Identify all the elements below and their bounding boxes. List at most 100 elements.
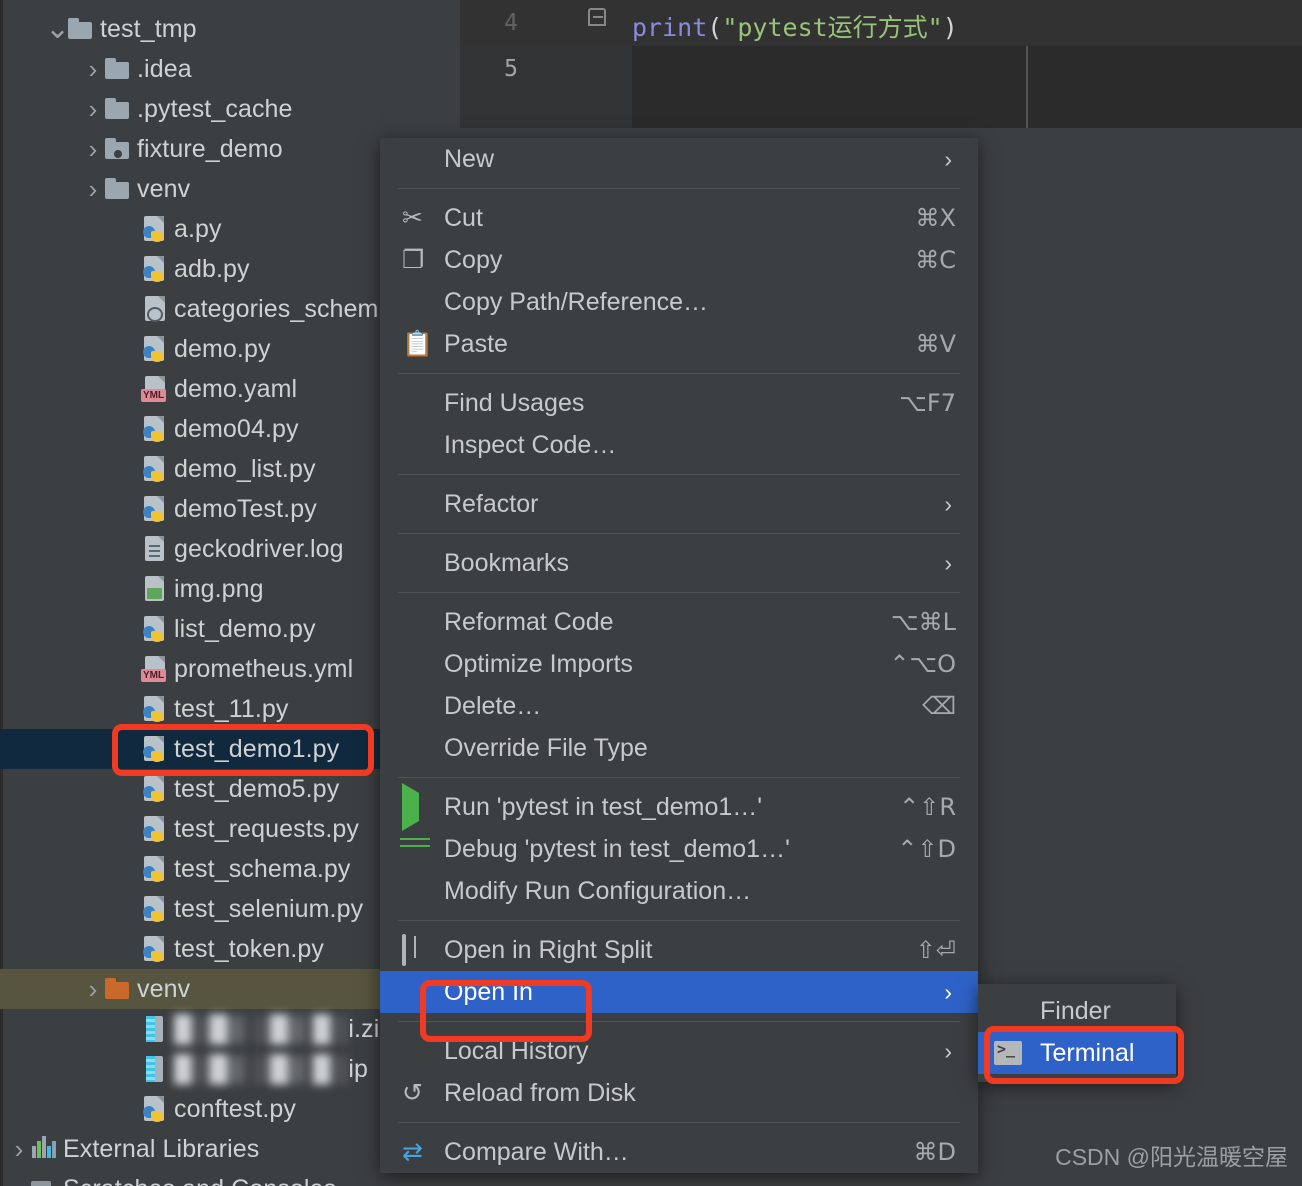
menu-item-label: Run 'pytest in test_demo1…' xyxy=(444,792,763,821)
menu-separator xyxy=(398,1122,960,1123)
menu-item-bookmarks[interactable]: Bookmarks › xyxy=(380,542,978,584)
tree-item-label: █░█▒ ░█▒ █░i.zip xyxy=(174,1015,393,1044)
menu-item-debug-pytest-in-test-demo1[interactable]: Debug 'pytest in test_demo1…' ⌃⇧D xyxy=(380,828,978,870)
chevron-right-icon[interactable]: › xyxy=(82,174,104,205)
menu-item-shortcut: ⌃⇧R xyxy=(899,793,956,821)
python-file-icon xyxy=(141,1096,167,1122)
editor-line-4[interactable]: 4 print("pytest运行方式") xyxy=(460,0,1302,46)
python-file-icon xyxy=(141,616,167,642)
editor-line-5[interactable]: 5 xyxy=(460,46,1302,92)
folder-icon xyxy=(104,56,130,82)
code-fold-icon[interactable] xyxy=(588,8,608,30)
code-function-name: print xyxy=(632,13,708,42)
menu-item-shortcut: ⌥F7 xyxy=(899,389,956,417)
tree-item-label-visible-part: ip xyxy=(348,1054,369,1083)
tree-item-test-tmp[interactable]: ⌄ test_tmp xyxy=(0,9,460,49)
python-file-icon xyxy=(141,216,167,242)
menu-item-reload-from-disk[interactable]: ↺ Reload from Disk xyxy=(380,1072,978,1114)
menu-item-cut[interactable]: ✂ Cut ⌘X xyxy=(380,197,978,239)
submenu-chevron-icon: › xyxy=(944,1037,952,1064)
menu-item-label: Reformat Code xyxy=(444,607,614,636)
menu-item-run-pytest-in-test-demo1[interactable]: Run 'pytest in test_demo1…' ⌃⇧R xyxy=(380,783,978,831)
tree-item-label: demo_list.py xyxy=(174,454,316,483)
menu-item-find-usages[interactable]: Find Usages ⌥F7 xyxy=(380,382,978,424)
menu-item-label: Cut xyxy=(444,203,483,232)
menu-item-compare-with[interactable]: ⇄ Compare With… ⌘D xyxy=(380,1131,978,1173)
menu-item-shortcut: ⌃⌥O xyxy=(889,650,956,678)
external-libraries-icon xyxy=(30,1136,56,1162)
tree-item-label: img.png xyxy=(174,574,264,603)
menu-item-inspect-code[interactable]: Inspect Code… xyxy=(380,424,978,466)
tree-item-label: test_selenium.py xyxy=(174,894,364,923)
debug-icon xyxy=(402,835,430,863)
menu-item-label: Delete… xyxy=(444,691,542,720)
menu-separator xyxy=(398,474,960,475)
python-file-icon xyxy=(141,496,167,522)
menu-item-open-in-right-split[interactable]: Open in Right Split ⇧⏎ xyxy=(380,929,978,971)
tree-item-label: test_tmp xyxy=(100,14,197,43)
menu-item-label: Local History xyxy=(444,1036,589,1065)
menu-separator xyxy=(398,592,960,593)
terminal-icon xyxy=(994,1040,1022,1065)
chevron-right-icon[interactable]: › xyxy=(82,54,104,85)
menu-item-shortcut: ⌘D xyxy=(913,1138,956,1166)
tree-item-idea[interactable]: › .idea xyxy=(0,49,460,89)
tree-item-label: demo.py xyxy=(174,334,271,363)
folder-icon xyxy=(104,176,130,202)
chevron-down-icon[interactable]: ⌄ xyxy=(45,14,70,44)
menu-item-refactor[interactable]: Refactor › xyxy=(380,483,978,525)
tree-item-label: External Libraries xyxy=(63,1134,260,1163)
python-file-icon xyxy=(141,856,167,882)
chevron-right-icon[interactable]: › xyxy=(82,94,104,125)
yaml-file-icon: YML xyxy=(141,656,167,682)
menu-item-copy[interactable]: ❐ Copy ⌘C xyxy=(380,239,978,281)
folder-orange-icon xyxy=(104,976,130,1002)
compare-icon: ⇄ xyxy=(402,1137,423,1166)
submenu-chevron-icon: › xyxy=(944,549,952,576)
menu-item-delete[interactable]: Delete… ⌫ xyxy=(380,685,978,727)
open-in-submenu[interactable]: Finder Terminal xyxy=(978,984,1176,1082)
submenu-item-terminal[interactable]: Terminal xyxy=(978,1032,1176,1074)
menu-item-label: Open in Right Split xyxy=(444,935,653,964)
menu-item-open-in[interactable]: Open In › xyxy=(380,971,978,1013)
tree-item-pytest-cache[interactable]: › .pytest_cache xyxy=(0,89,460,129)
tree-item-label: test_demo1.py xyxy=(174,734,340,763)
split-icon xyxy=(402,934,430,966)
chevron-right-icon[interactable]: › xyxy=(82,974,104,1005)
log-file-icon xyxy=(141,536,167,562)
tree-item-label: venv xyxy=(137,174,191,203)
tree-item-label: adb.py xyxy=(174,254,250,283)
menu-item-override-file-type[interactable]: Override File Type xyxy=(380,727,978,769)
menu-item-reformat-code[interactable]: Reformat Code ⌥⌘L xyxy=(380,601,978,643)
menu-item-shortcut: ⌫ xyxy=(922,692,956,720)
context-menu[interactable]: New › ✂ Cut ⌘X ❐ Copy ⌘C Copy Path/Reference… 📋 Pa… xyxy=(380,138,978,1173)
menu-item-shortcut: ⇧⏎ xyxy=(915,936,956,964)
python-file-icon xyxy=(141,736,167,762)
menu-item-copy-path-reference[interactable]: Copy Path/Reference… xyxy=(380,281,978,323)
tree-item-label: fixture_demo xyxy=(137,134,283,163)
menu-item-label: Find Usages xyxy=(444,388,585,417)
chevron-right-icon[interactable]: › xyxy=(82,134,104,165)
tree-item-label: test_11.py xyxy=(174,694,289,723)
code-text: print("pytest运行方式") xyxy=(632,8,958,44)
tree-item-label: demoTest.py xyxy=(174,494,317,523)
python-file-icon xyxy=(141,776,167,802)
menu-item-modify-run-configuration[interactable]: Modify Run Configuration… xyxy=(380,870,978,912)
submenu-item-label: Terminal xyxy=(1040,1038,1135,1067)
code-editor[interactable]: 4 print("pytest运行方式") 5 xyxy=(460,0,1302,128)
menu-item-shortcut: ⌥⌘L xyxy=(890,608,956,636)
menu-item-new[interactable]: New › xyxy=(380,138,978,180)
clipboard-icon: 📋 xyxy=(402,329,434,358)
menu-item-optimize-imports[interactable]: Optimize Imports ⌃⌥O xyxy=(380,643,978,685)
menu-separator xyxy=(398,373,960,374)
submenu-chevron-icon: › xyxy=(944,145,952,172)
menu-item-paste[interactable]: 📋 Paste ⌘V xyxy=(380,323,978,365)
menu-item-label: Bookmarks xyxy=(444,548,570,577)
menu-item-label: Optimize Imports xyxy=(444,649,633,678)
menu-separator xyxy=(398,920,960,921)
submenu-item-finder[interactable]: Finder xyxy=(978,990,1176,1032)
menu-item-local-history[interactable]: Local History › xyxy=(380,1030,978,1072)
chevron-right-icon[interactable]: › xyxy=(8,1134,30,1165)
scratches-icon xyxy=(30,1176,56,1186)
tree-item-label: test_demo5.py xyxy=(174,774,340,803)
